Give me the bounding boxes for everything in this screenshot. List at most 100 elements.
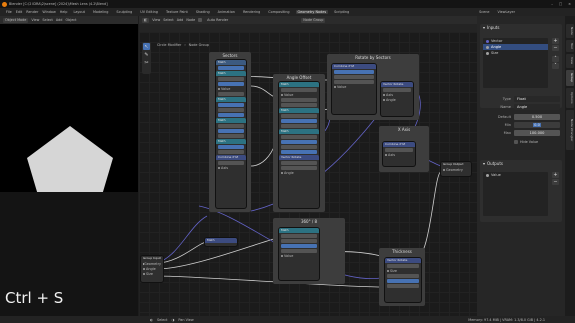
divide-node[interactable]: Math Value [279, 228, 319, 280]
move-down-icon[interactable]: ˅ [552, 63, 559, 69]
tab-group[interactable]: Group [566, 70, 574, 86]
tab-tool[interactable]: Tool [566, 40, 574, 52]
workspace-tab-shading[interactable]: Shading [194, 10, 212, 14]
socket-field[interactable] [218, 66, 244, 70]
x-axis-node[interactable]: Combine XYZ Axis [383, 142, 415, 166]
tab-view[interactable]: View [566, 54, 574, 68]
socket-field[interactable] [218, 82, 244, 86]
socket-field[interactable] [218, 134, 244, 138]
minimize-icon[interactable]: – [551, 2, 553, 6]
remove-output-button[interactable]: − [552, 179, 559, 185]
workspace-tab-animation[interactable]: Animation [216, 10, 237, 14]
mode-selector[interactable]: Object Mode [3, 17, 29, 23]
socket-field[interactable] [387, 279, 419, 283]
socket-field[interactable] [281, 234, 317, 238]
menu-file[interactable]: File [6, 10, 12, 14]
workspace-tab-modeling[interactable]: Modeling [91, 10, 110, 14]
workspace-tab-compositing[interactable]: Compositing [266, 10, 291, 14]
vector-rotate-node[interactable]: Vector Rotate Axis Angle [381, 82, 413, 116]
socket-field[interactable] [281, 114, 317, 118]
workspace-tab-uv-editing[interactable]: UV Editing [138, 10, 160, 14]
socket-label: Axis [386, 93, 394, 97]
angle-offset-node-stack[interactable]: Math Value Math Math Vector Rotate Angle [279, 82, 319, 208]
socket-field[interactable] [218, 124, 244, 128]
socket-field[interactable] [218, 108, 244, 112]
tab-node-wrangler[interactable]: Node Wrangler [566, 110, 574, 150]
socket-field[interactable] [281, 239, 317, 243]
socket-field[interactable] [387, 264, 419, 268]
workspace-tab-rendering[interactable]: Rendering [241, 10, 262, 14]
move-up-icon[interactable]: ˄ [552, 56, 559, 62]
remove-input-button[interactable]: − [552, 45, 559, 51]
group-input-node[interactable]: Group Input Geometry Angle Size [141, 256, 163, 282]
socket-field[interactable] [218, 77, 244, 81]
tab-node[interactable]: Node [566, 24, 574, 38]
type-dropdown[interactable]: Float [514, 95, 560, 102]
socket-field[interactable] [218, 129, 244, 133]
socket-field[interactable] [281, 166, 317, 170]
viewport-menu-add[interactable]: Add [56, 18, 63, 22]
socket-field[interactable] [218, 103, 244, 107]
socket-field[interactable] [218, 150, 244, 154]
add-input-button[interactable]: + [552, 38, 559, 44]
min-label: Min [504, 122, 511, 127]
reroute-node[interactable]: Math [205, 238, 237, 246]
socket-field[interactable] [218, 161, 244, 165]
socket-field[interactable] [281, 140, 317, 144]
socket-field[interactable] [281, 88, 317, 92]
socket-field[interactable] [281, 119, 317, 123]
socket-field[interactable] [334, 80, 374, 84]
socket-field[interactable] [281, 98, 317, 102]
socket-field[interactable] [281, 150, 317, 154]
workspace-tab-geometry-nodes[interactable]: Geometry Nodes [295, 10, 329, 14]
menu-render[interactable]: Render [26, 10, 38, 14]
maximize-icon[interactable]: □ [559, 2, 562, 6]
node-header: Math [216, 97, 246, 102]
thickness-node[interactable]: Vector Rotate Size [385, 258, 421, 302]
close-icon[interactable]: × [568, 2, 571, 6]
socket-field[interactable] [281, 249, 317, 253]
socket-field[interactable] [385, 148, 413, 152]
hide-value-checkbox[interactable] [514, 139, 518, 144]
combine-xyz-node[interactable]: Combine XYZ Value [332, 64, 376, 114]
socket-field[interactable] [334, 70, 374, 74]
socket-field[interactable] [281, 161, 317, 165]
socket-field[interactable] [218, 113, 244, 117]
socket-field[interactable] [281, 103, 317, 107]
socket-field[interactable] [281, 244, 317, 248]
workspace-tab-sculpting[interactable]: Sculpting [114, 10, 134, 14]
socket-field[interactable] [387, 284, 419, 288]
workspace-tab-texture-paint[interactable]: Texture Paint [164, 10, 190, 14]
outputs-panel-header[interactable]: ▾ Outputs [480, 160, 562, 167]
sidebar-tabs: Node Tool View Group Options Node Wrangl… [565, 16, 575, 316]
default-field[interactable]: 0.500 [514, 113, 560, 120]
tab-options[interactable]: Options [566, 88, 574, 108]
socket-field[interactable] [218, 145, 244, 149]
socket-field[interactable] [281, 135, 317, 139]
viewport-menu-object[interactable]: Object [65, 18, 76, 22]
socket-field[interactable] [281, 124, 317, 128]
sectors-node-stack[interactable]: Math Math Value Math Math Math Combine X… [216, 60, 246, 208]
viewport-menu-view[interactable]: View [31, 18, 39, 22]
menu-help[interactable]: Help [60, 10, 68, 14]
menu-edit[interactable]: Edit [16, 10, 23, 14]
add-output-button[interactable]: + [552, 172, 559, 178]
scene-selector[interactable]: Scene [479, 10, 489, 14]
socket-field[interactable] [281, 145, 317, 149]
menu-window[interactable]: Window [42, 10, 55, 14]
socket-field[interactable] [387, 274, 419, 278]
view-layer-selector[interactable]: ViewLayer [498, 10, 516, 14]
min-field[interactable]: 0.0 [514, 121, 560, 128]
workspace-tab-layout[interactable]: Layout [71, 10, 87, 14]
name-field[interactable]: Angle [514, 103, 560, 110]
list-item[interactable]: Value [483, 172, 548, 178]
viewport-menu-select[interactable]: Select [42, 18, 52, 22]
group-output-node[interactable]: Group Output Geometry [441, 162, 471, 176]
max-field[interactable]: 100.000 [514, 129, 560, 136]
workspace-tab-scripting[interactable]: Scripting [332, 10, 351, 14]
socket-field[interactable] [334, 75, 374, 79]
socket-field[interactable] [218, 92, 244, 96]
socket-field[interactable] [383, 88, 411, 92]
inputs-panel-header[interactable]: ▾ Inputs [480, 24, 562, 31]
list-item[interactable]: Size [483, 50, 548, 56]
